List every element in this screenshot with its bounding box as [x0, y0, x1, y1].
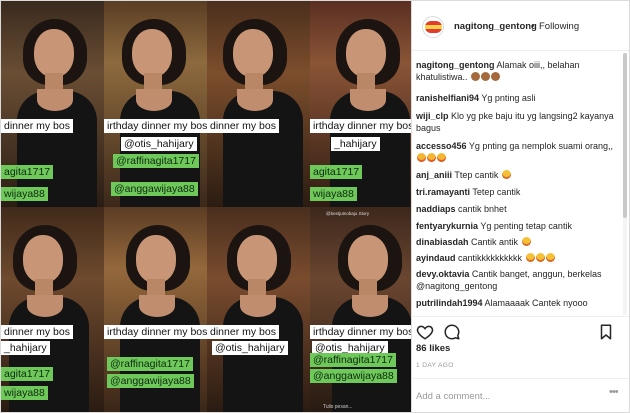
birthday-sticker: dinner my bos	[1, 325, 73, 339]
story-frame	[104, 1, 207, 207]
mention-sticker: _hahijary	[331, 137, 380, 151]
post-photo[interactable]: dinner my bos irthday dinner my bos dinn…	[0, 0, 412, 413]
comment-username[interactable]: naddiaps	[416, 204, 456, 214]
post-header: nagitong_gentong • Following	[412, 1, 629, 51]
comment-text: Cantik antik	[471, 237, 519, 247]
comment-username[interactable]: accesso456	[416, 141, 467, 151]
laughing-icon	[427, 153, 436, 162]
birthday-sticker: dinner my bos	[207, 325, 279, 339]
birthday-sticker: irthday dinner my bos	[310, 119, 411, 133]
comment-text: Yg penting tetap cantik	[480, 221, 572, 231]
comment-item: devy.oktavia Cantik banget, anggun, berk…	[416, 268, 616, 292]
comment-username[interactable]: nagitong_gentong	[416, 60, 495, 70]
mention-sticker: @raffinagita1717	[107, 357, 193, 371]
post-sidebar: nagitong_gentong • Following nagitong_ge…	[412, 0, 630, 413]
mention-sticker: @raffinagita1717	[113, 154, 199, 168]
mention-sticker: wijaya88	[1, 386, 48, 400]
comment-username[interactable]: dinabiasdah	[416, 237, 469, 247]
heart-eyes-icon	[525, 253, 535, 262]
birthday-sticker: irthday dinner my bos	[104, 119, 211, 133]
comment-text: cantikkkkkkkkkk	[458, 253, 523, 263]
comment-item: fentyarykurnia Yg penting tetap cantik	[416, 220, 616, 232]
comment-username[interactable]: ayindaud	[416, 253, 456, 263]
comment-username[interactable]: anj_aniii	[416, 170, 452, 180]
comment-username[interactable]: devy.oktavia	[416, 269, 469, 279]
mention-sticker: wijaya88	[310, 187, 357, 201]
comment-item: nagitong_gentong Alamak oiii,, belahan k…	[416, 59, 616, 83]
comment-item: tri.ramayanti Tetep cantik	[416, 186, 616, 198]
comment-icon[interactable]	[443, 323, 461, 341]
avatar[interactable]	[422, 16, 444, 38]
story-frame	[207, 207, 310, 412]
monkey-icon	[481, 72, 491, 81]
header-username[interactable]: nagitong_gentong	[454, 21, 537, 32]
comment-item: dinabiasdah Cantik antik	[416, 236, 616, 248]
likes-count[interactable]: 86 likes	[416, 343, 450, 354]
story-reply-hint: Tulis pesan...	[323, 404, 353, 410]
comments-scrollbar-thumb[interactable]	[623, 53, 627, 218]
comment-username[interactable]: putrilindah1994	[416, 298, 483, 308]
comment-item: anj_aniii Ttep cantik	[416, 169, 616, 181]
monkey-icon	[491, 72, 501, 81]
laughing-icon	[417, 153, 426, 162]
comment-text: Ttep cantik	[454, 170, 499, 180]
story-frame	[207, 1, 310, 207]
mention-sticker: @anggawijaya88	[111, 182, 198, 196]
heart-eyes-icon	[521, 237, 531, 246]
mention-sticker: @anggawijaya88	[107, 374, 194, 388]
story-frame	[1, 207, 104, 412]
following-button[interactable]: Following	[539, 21, 579, 32]
mention-sticker: @anggawijaya88	[310, 369, 397, 383]
comment-username[interactable]: wiji_clp	[416, 111, 449, 121]
monkey-icon	[471, 72, 481, 81]
comment-username[interactable]: ranishelfiani94	[416, 93, 479, 103]
more-options-icon[interactable]: •••	[609, 386, 619, 398]
mention-sticker: @raffinagita1717	[310, 353, 396, 367]
comment-item: naddiaps cantik bnhet	[416, 203, 616, 215]
mention-sticker: @otis_hahijary	[121, 137, 197, 151]
mention-sticker: @otis_hahijary	[212, 341, 288, 355]
post-timestamp[interactable]: 1 DAY AGO	[416, 362, 454, 369]
bookmark-icon[interactable]	[597, 323, 615, 341]
add-comment-input[interactable]	[416, 388, 606, 404]
watermark-text: @bestjutnobaju Story	[326, 211, 370, 216]
mention-sticker: _hahijary	[1, 341, 50, 355]
comment-item: wiji_clp Klo yg pke baju itu yg langsing…	[416, 110, 616, 134]
heart-eyes-icon	[545, 253, 555, 262]
comment-username[interactable]: fentyarykurnia	[416, 221, 478, 231]
comment-item: ranishelfiani94 Yg pnting asli	[416, 92, 616, 104]
heart-icon[interactable]	[416, 323, 434, 341]
header-separator: •	[531, 21, 535, 32]
mention-sticker: wijaya88	[1, 187, 48, 201]
mention-sticker: agita1717	[1, 165, 54, 179]
comment-username[interactable]: tri.ramayanti	[416, 187, 470, 197]
birthday-sticker: irthday dinner my bos	[310, 325, 411, 339]
action-bar	[412, 316, 629, 344]
add-comment-bar: •••	[412, 378, 629, 413]
comment-item: putrilindah1994 Alamaaaak Cantek nyooo	[416, 297, 616, 309]
comment-text: Tetep cantik	[472, 187, 521, 197]
comment-list: nagitong_gentong Alamak oiii,, belahan k…	[416, 59, 622, 315]
heart-eyes-icon	[535, 253, 545, 262]
mention-sticker: agita1717	[310, 165, 363, 179]
birthday-sticker: irthday dinner my bos	[104, 325, 211, 339]
comment-text: cantik bnhet	[458, 204, 507, 214]
comment-text: Yg pnting asli	[481, 93, 536, 103]
mention-sticker: agita1717	[1, 367, 54, 381]
laughing-icon	[437, 153, 446, 162]
comment-text: Yg pnting ga nemplok suami orang,,	[468, 141, 613, 151]
birthday-sticker: dinner my bos	[207, 119, 279, 133]
comment-item: accesso456 Yg pnting ga nemplok suami or…	[416, 140, 616, 164]
comment-text: Alamaaaak Cantek nyooo	[484, 298, 588, 308]
heart-eyes-icon	[501, 170, 511, 179]
comment-item: ayindaud cantikkkkkkkkkk	[416, 252, 616, 264]
birthday-sticker: dinner my bos	[1, 119, 73, 133]
